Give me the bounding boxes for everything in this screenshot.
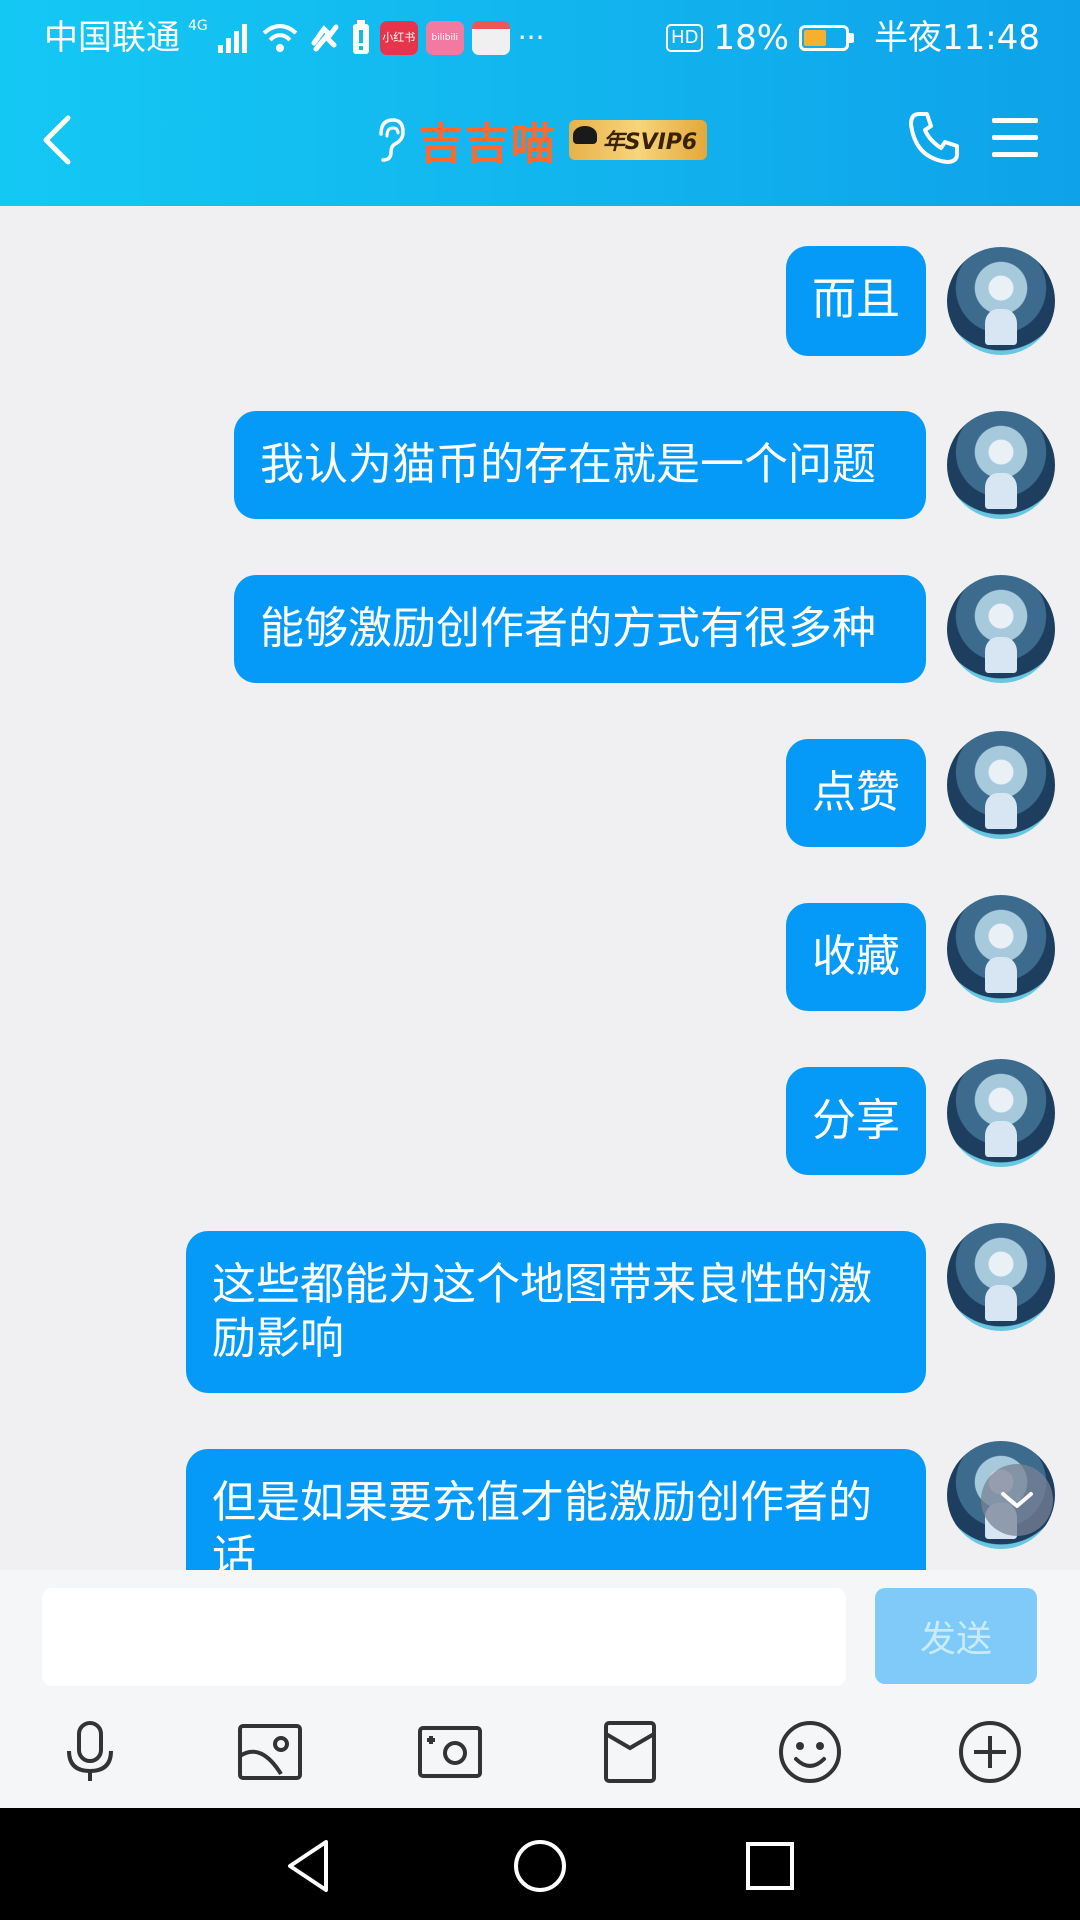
- network-label: 4G: [188, 18, 208, 34]
- menu-icon[interactable]: [990, 110, 1040, 166]
- chevron-down-icon: [1001, 1492, 1033, 1508]
- avatar[interactable]: [947, 895, 1055, 1003]
- avatar[interactable]: [947, 575, 1055, 683]
- app-badge-xiaohongshu: 小红书: [379, 21, 418, 55]
- toolbar: [0, 1712, 1080, 1802]
- message-list[interactable]: 而且 我认为猫币的存在就是一个问题 能够激励创作者的方式有很多种 点赞 收藏 分…: [0, 206, 1080, 1570]
- battery-percent: 18%: [713, 18, 790, 58]
- red-packet-icon: [604, 1721, 656, 1783]
- red-packet-button[interactable]: [590, 1712, 670, 1792]
- plus-icon: [959, 1721, 1021, 1783]
- avatar[interactable]: [947, 247, 1055, 355]
- message-bubble[interactable]: 但是如果要充值才能激励创作者的话: [186, 1449, 926, 1570]
- status-right: HD 18% 半夜11:48: [666, 14, 1040, 62]
- battery-cap: [849, 33, 855, 43]
- wifi-icon: [262, 24, 298, 52]
- app-badge-bilibili: bilibili: [425, 21, 464, 55]
- message-input[interactable]: [42, 1588, 846, 1686]
- message-bubble[interactable]: 分享: [786, 1067, 926, 1175]
- emoji-button[interactable]: [770, 1712, 850, 1792]
- phone-icon[interactable]: [905, 108, 965, 168]
- battery-fill: [804, 30, 827, 46]
- hd-icon: HD: [666, 24, 704, 52]
- contact-name: 吉吉喵: [418, 119, 557, 170]
- microphone-icon: [67, 1721, 113, 1781]
- app-badge-other: [471, 21, 510, 55]
- back-triangle-icon[interactable]: [280, 1836, 340, 1896]
- message-bubble[interactable]: 这些都能为这个地图带来良性的激励影响: [186, 1231, 926, 1393]
- status-bar: 中国联通 4G 小红书 bilibili ··· HD 18% 半夜11:48: [0, 0, 1080, 76]
- recents-square-icon[interactable]: [740, 1836, 800, 1896]
- clock: 半夜11:48: [874, 18, 1040, 58]
- home-circle-icon[interactable]: [510, 1836, 570, 1896]
- sync-icon: [311, 24, 339, 52]
- message-bubble[interactable]: 收藏: [786, 903, 926, 1011]
- avatar[interactable]: [947, 411, 1055, 519]
- battery-body: [799, 25, 850, 51]
- status-left: 中国联通 4G 小红书 bilibili ···: [44, 14, 544, 62]
- more-button[interactable]: [950, 1712, 1030, 1792]
- carrier-label: 中国联通: [44, 18, 180, 58]
- more-notifications: ···: [517, 21, 545, 54]
- message-bubble[interactable]: 能够激励创作者的方式有很多种: [234, 575, 926, 683]
- nav-bar: 吉吉喵 年SVIP6: [0, 90, 1080, 190]
- ear-icon: [379, 118, 405, 162]
- message-bubble[interactable]: 我认为猫币的存在就是一个问题: [234, 411, 926, 519]
- voice-button[interactable]: [50, 1712, 130, 1792]
- system-navigation-bar: [0, 1808, 1080, 1920]
- camera-icon: [418, 1726, 482, 1778]
- camera-button[interactable]: [410, 1712, 490, 1792]
- message-bubble[interactable]: 而且: [786, 246, 926, 356]
- avatar[interactable]: [947, 1223, 1055, 1331]
- message-bubble[interactable]: 点赞: [786, 739, 926, 847]
- battery-alert-icon: [352, 20, 369, 54]
- input-bar: 发送: [0, 1570, 1080, 1810]
- emoji-icon: [779, 1721, 841, 1783]
- signal-icon: [217, 24, 247, 53]
- avatar[interactable]: [947, 1059, 1055, 1167]
- image-button[interactable]: [230, 1712, 310, 1792]
- battery-icon: [799, 25, 855, 51]
- send-button[interactable]: 发送: [875, 1588, 1037, 1684]
- image-icon: [238, 1724, 302, 1780]
- avatar[interactable]: [947, 731, 1055, 839]
- chat-header: 中国联通 4G 小红书 bilibili ··· HD 18% 半夜11:48 …: [0, 0, 1080, 206]
- scroll-to-bottom-button[interactable]: [981, 1464, 1053, 1536]
- svip-badge: 年SVIP6: [568, 120, 708, 160]
